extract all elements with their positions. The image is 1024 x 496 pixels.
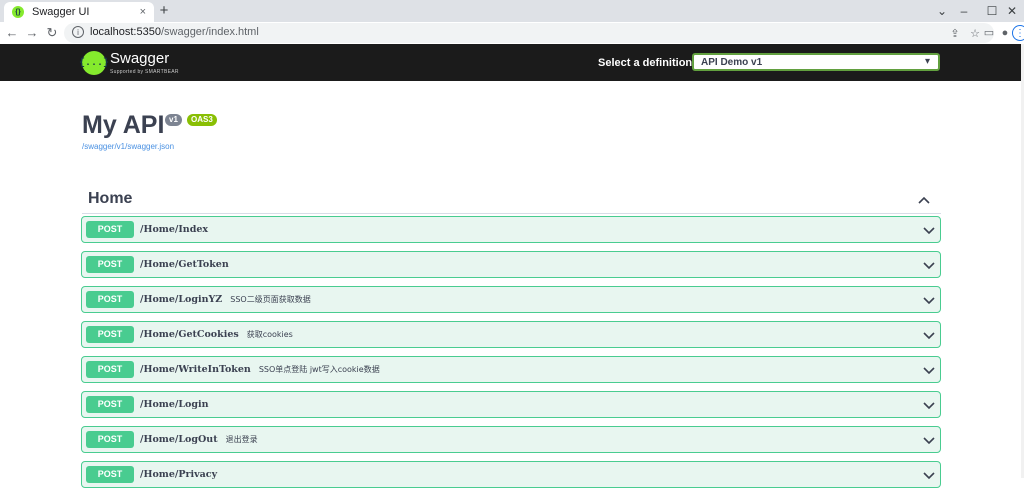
extension-icon[interactable]: ▭ [982, 26, 996, 40]
operation-summary: 获取cookies [246, 330, 293, 339]
oas-badge: OAS3 [187, 114, 217, 126]
api-title: My API [82, 111, 165, 139]
method-badge: POST [86, 466, 134, 483]
share-icon[interactable]: ⇪ [948, 27, 962, 41]
reload-icon[interactable]: ↻ [44, 25, 60, 41]
profile-icon[interactable]: ● [998, 26, 1012, 40]
operation-path: /Home/Login [140, 399, 209, 410]
swagger-logo-icon[interactable]: {...} [79, 51, 109, 75]
operation-post-home-logout[interactable]: POST /Home/LogOut 退出登录 [81, 426, 941, 453]
method-badge: POST [86, 256, 134, 273]
new-tab-button[interactable]: + [156, 3, 172, 19]
chevron-down-icon[interactable] [922, 223, 936, 237]
site-info-icon[interactable]: i [72, 26, 84, 38]
method-badge: POST [86, 431, 134, 448]
swagger-brand[interactable]: Swagger [110, 50, 169, 67]
chevron-down-icon[interactable] [922, 258, 936, 272]
version-badge: v1 [165, 114, 182, 126]
operation-post-home-index[interactable]: POST /Home/Index [81, 216, 941, 243]
method-badge: POST [86, 221, 134, 238]
method-badge: POST [86, 326, 134, 343]
operation-post-home-loginyz[interactable]: POST /Home/LoginYZ SSO二级页面获取数据 [81, 286, 941, 313]
method-badge: POST [86, 291, 134, 308]
chevron-down-icon: ▾ [924, 56, 930, 67]
chevron-down-icon[interactable] [922, 293, 936, 307]
tag-section-home[interactable]: Home [82, 185, 941, 214]
chevron-down-icon[interactable] [922, 398, 936, 412]
forward-icon[interactable]: → [24, 25, 40, 41]
method-badge: POST [86, 361, 134, 378]
operation-post-home-privacy[interactable]: POST /Home/Privacy [81, 461, 941, 488]
operation-post-home-gettoken[interactable]: POST /Home/GetToken [81, 251, 941, 278]
bookmark-star-icon[interactable]: ☆ [968, 27, 982, 41]
operation-path: /Home/GetCookies 获取cookies [140, 329, 293, 340]
chevron-down-icon[interactable] [922, 328, 936, 342]
swagger-favicon-icon: {} [12, 6, 24, 18]
operation-summary: SSO单点登陆 jwt写入cookie数据 [258, 365, 380, 374]
browser-tab[interactable]: {} Swagger UI × [4, 2, 154, 22]
operation-path: /Home/Privacy [140, 469, 218, 480]
chevron-down-icon[interactable] [922, 363, 936, 377]
operations-list: POST /Home/Index POST /Home/GetToken POS… [81, 216, 941, 496]
method-badge: POST [86, 396, 134, 413]
tab-close-icon[interactable]: × [140, 6, 146, 18]
operation-path: /Home/Index [140, 224, 209, 235]
browser-toolbar: ← → ↻ i localhost:5350/swagger/index.htm… [0, 22, 1024, 45]
url-text: localhost:5350/swagger/index.html [90, 26, 259, 38]
swagger-brand-sub: Supported by SMARTBEAR [110, 69, 179, 75]
chevron-up-icon[interactable] [917, 193, 931, 207]
tab-title: Swagger UI [32, 6, 90, 18]
operation-post-home-writeintoken[interactable]: POST /Home/WriteInToken SSO单点登陆 jwt写入cook… [81, 356, 941, 383]
definition-selected-value: API Demo v1 [701, 57, 763, 68]
tag-title: Home [88, 190, 133, 207]
swagger-topbar: {...} Swagger Supported by SMARTBEAR Sel… [0, 44, 1021, 81]
browser-tab-strip: {} Swagger UI × + ⌄ – ☐ ✕ [0, 0, 1024, 22]
chevron-down-icon[interactable] [922, 433, 936, 447]
browser-menu-icon[interactable]: ⋮ [1012, 25, 1024, 41]
operation-path: /Home/LogOut 退出登录 [140, 434, 258, 445]
definition-select[interactable]: API Demo v1 ▾ [692, 53, 940, 71]
definition-label: Select a definition [598, 57, 693, 69]
operation-post-home-login[interactable]: POST /Home/Login [81, 391, 941, 418]
close-window-button[interactable]: ✕ [998, 0, 1024, 22]
back-icon[interactable]: ← [4, 25, 20, 41]
minimize-button[interactable]: – [950, 0, 978, 22]
operation-post-home-getcookies[interactable]: POST /Home/GetCookies 获取cookies [81, 321, 941, 348]
operation-path: /Home/WriteInToken SSO单点登陆 jwt写入cookie数据 [140, 364, 380, 375]
address-bar[interactable]: i localhost:5350/swagger/index.html ⇪ ☆ [64, 23, 994, 43]
operation-path: /Home/GetToken [140, 259, 229, 270]
chevron-down-icon[interactable] [922, 468, 936, 482]
operation-summary: SSO二级页面获取数据 [230, 295, 311, 304]
operation-path: /Home/LoginYZ SSO二级页面获取数据 [140, 294, 311, 305]
spec-json-link[interactable]: /swagger/v1/swagger.json [82, 142, 174, 151]
operation-summary: 退出登录 [225, 435, 258, 444]
